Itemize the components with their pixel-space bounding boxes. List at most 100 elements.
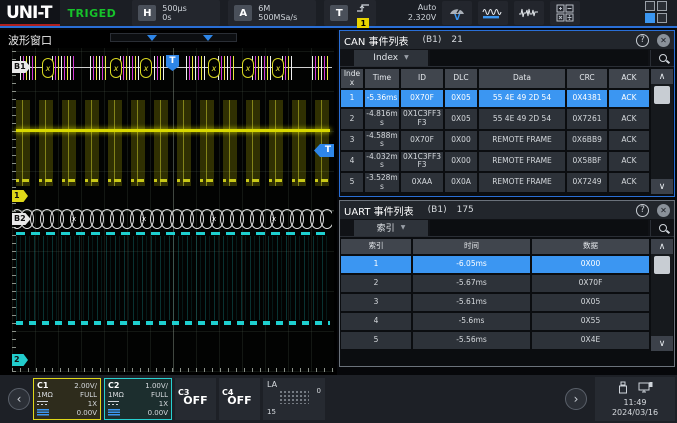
channel1-offset: 0.00V	[77, 409, 97, 417]
waveform-analysis-button[interactable]	[514, 1, 544, 25]
cell: 0X1C3FF3F3	[401, 152, 445, 171]
dvm-button[interactable]: V	[442, 1, 472, 25]
help-icon[interactable]: ?	[636, 34, 649, 47]
window-end-marker-icon[interactable]	[203, 35, 213, 41]
cell: 0X58BF	[567, 152, 609, 171]
channel1-scale: 2.00V/	[74, 382, 97, 390]
can-table-row[interactable]: 1 -5.36ms 0X70F 0X05 55 4E 49 2D 54 0X43…	[341, 90, 649, 107]
uart-table-row[interactable]: 5 -5.56ms 0X4E	[341, 332, 649, 349]
channel1-attenuation: 1X	[88, 400, 97, 408]
bus-b1-frame	[52, 56, 74, 80]
cell: 0X55	[532, 313, 649, 330]
cell: ACK	[609, 90, 649, 107]
cell: 0X05	[445, 90, 479, 107]
uart-scroll-thumb[interactable]	[654, 256, 670, 274]
channel1-tile[interactable]: C1 2.00V/ 1MΩ FULL 1X 0.00V	[33, 378, 101, 420]
cell: 5	[341, 332, 413, 349]
brand-logo: UNI-T	[0, 0, 60, 26]
search-icon	[659, 54, 667, 62]
bottom-channel-bar: ‹ C1 2.00V/ 1MΩ FULL 1X 0.00V C2 1.00V/ …	[0, 375, 677, 423]
uart-table-row[interactable]: 3 -5.61ms 0X05	[341, 294, 649, 311]
cell: 0X4381	[567, 90, 609, 107]
trigger-source-badge: 1	[357, 18, 369, 28]
scroll-down-icon[interactable]: ∨	[651, 179, 673, 194]
channel2-attenuation: 1X	[159, 400, 168, 408]
display-layout-button[interactable]	[645, 1, 669, 25]
bus-b2-decode-trace: x x x x	[14, 208, 332, 230]
close-icon[interactable]: ✕	[657, 34, 670, 47]
can-table-row[interactable]: 3 -4.588ms 0X70F 0X00 REMOTE FRAME 0X6BB…	[341, 131, 649, 150]
scroll-up-icon[interactable]: ∧	[651, 239, 673, 254]
uart-search-button[interactable]	[650, 220, 674, 236]
system-status-tile[interactable]: 11:49 2024/03/16	[595, 377, 675, 421]
channel1-bandwidth: FULL	[80, 391, 97, 399]
cell: 5	[341, 173, 365, 192]
uart-table-row[interactable]: 4 -5.6ms 0X55	[341, 313, 649, 330]
horizontal-settings-button[interactable]: H 500μs 0s	[132, 0, 220, 26]
collapse-left-button[interactable]: ‹	[8, 388, 30, 410]
bus-b1-frame	[120, 56, 140, 80]
can-filter-dropdown[interactable]: Index ▼	[354, 50, 428, 66]
logic-analyzer-tile[interactable]: LA 0 15	[263, 378, 325, 420]
lan-icon	[638, 381, 653, 397]
math-button[interactable]	[550, 1, 580, 25]
can-col-index: Index	[341, 69, 365, 88]
channel2-impedance: 1MΩ	[108, 391, 124, 399]
acquire-settings-button[interactable]: A 6M 500MSa/s	[228, 0, 316, 26]
scroll-down-icon[interactable]: ∨	[651, 336, 673, 351]
dc-coupling-icon	[108, 401, 119, 407]
can-table-row[interactable]: 5 -3.528ms 0XAA 0X0A REMOTE FRAME 0X7249…	[341, 173, 649, 192]
cell: -4.588ms	[365, 131, 401, 150]
fft-button[interactable]	[478, 1, 508, 25]
scroll-up-icon[interactable]: ∧	[651, 69, 673, 84]
can-search-input[interactable]	[430, 50, 648, 66]
horizontal-offset-value: 0s	[162, 13, 171, 22]
channel2-bandwidth: FULL	[151, 391, 168, 399]
trigger-position-flag[interactable]: T	[166, 55, 179, 71]
window-start-marker-icon[interactable]	[147, 35, 157, 41]
can-col-id: ID	[401, 69, 445, 88]
uart-event-list-panel: UART 事件列表 (B1) 175 ? ✕ 索引 ▼ 索引 时间 数据 1	[339, 200, 675, 367]
waveform-plot-area[interactable]: x x x x x x T B1 1 x x x x B2	[12, 48, 334, 372]
can-scrollbar[interactable]: ∧ ∨	[651, 69, 673, 194]
channel2-flag[interactable]: 2	[12, 354, 28, 366]
chevron-down-icon: ▼	[401, 224, 406, 231]
bus-b1-frame	[218, 56, 236, 80]
memory-overview-bar[interactable]	[110, 33, 237, 42]
channel1-flag[interactable]: 1	[12, 190, 28, 202]
uart-table: 索引 时间 数据 1 -6.05ms 0X00 2 -5.67ms 0X70F …	[341, 239, 673, 351]
channel3-tile[interactable]: C3 OFF	[175, 378, 216, 420]
trigger-settings-button[interactable]: T 1	[324, 0, 376, 26]
uart-search-input[interactable]	[430, 220, 648, 236]
expand-right-button[interactable]: ›	[565, 388, 587, 410]
can-scroll-thumb[interactable]	[654, 86, 670, 104]
can-search-button[interactable]	[650, 50, 674, 66]
memory-depth-value: 6M	[258, 4, 270, 13]
uart-filter-dropdown[interactable]: 索引 ▼	[354, 220, 428, 236]
chevron-down-icon: ▼	[404, 54, 409, 61]
bus-b2-event-marker: x	[272, 215, 276, 223]
cell: 0X7249	[567, 173, 609, 192]
cell: 0XAA	[401, 173, 445, 192]
can-panel-header[interactable]: CAN 事件列表 (B1) 21 ? ✕	[340, 31, 674, 49]
uart-scrollbar[interactable]: ∧ ∨	[651, 239, 673, 351]
can-table: Index Time ID DLC Data CRC ACK 1 -5.36ms…	[341, 69, 673, 194]
edge-trigger-icon	[356, 0, 370, 17]
cell: 0X0A	[445, 173, 479, 192]
channel2-tile[interactable]: C2 1.00V/ 1MΩ FULL 1X 0.00V	[104, 378, 172, 420]
cell: 1	[341, 256, 413, 273]
help-icon[interactable]: ?	[636, 204, 649, 217]
uart-bus-label: (B1)	[428, 205, 447, 215]
cell: -5.56ms	[413, 332, 532, 349]
uart-panel-header[interactable]: UART 事件列表 (B1) 175 ? ✕	[340, 201, 674, 219]
can-table-row[interactable]: 4 -4.032ms 0X1C3FF3F3 0X00 REMOTE FRAME …	[341, 152, 649, 171]
usb-icon	[618, 381, 628, 397]
bus-b1-frame	[312, 56, 330, 80]
channel4-tile[interactable]: C4 OFF	[219, 378, 260, 420]
bottom-tick-ruler	[12, 368, 334, 372]
can-table-row[interactable]: 2 -4.816ms 0X1C3FF3F3 0X05 55 4E 49 2D 5…	[341, 109, 649, 128]
close-icon[interactable]: ✕	[657, 204, 670, 217]
uart-table-row[interactable]: 2 -5.67ms 0X70F	[341, 275, 649, 292]
uart-table-row[interactable]: 1 -6.05ms 0X00	[341, 256, 649, 273]
channel1-name: C1	[37, 381, 48, 390]
